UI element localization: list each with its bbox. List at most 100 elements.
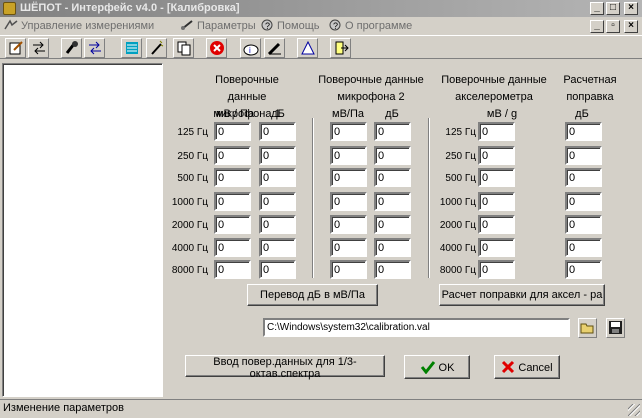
correction-field[interactable] [565,260,602,279]
close-button[interactable]: × [624,2,638,15]
freq-label: 2000 Гц [439,220,476,231]
mic2-db-field[interactable] [374,192,411,211]
accel-field[interactable] [478,260,515,279]
ok-button[interactable]: OK [404,355,470,379]
menu-about[interactable]: ? О программе [328,17,412,35]
correction-field[interactable] [565,215,602,234]
menu-bar: Управление измерениями Параметры ? Помощь… [0,17,642,35]
stop-icon [209,41,224,55]
toolbar-wand-button[interactable] [146,38,167,58]
freq-label: 1000 Гц [171,197,208,208]
mic1-db-field[interactable] [259,168,296,187]
exit-icon [335,41,349,55]
freq-label: 4000 Гц [171,243,208,254]
left-tree-panel[interactable] [2,63,163,397]
accel-field[interactable] [478,238,515,257]
mic2-mv-field[interactable] [330,168,367,187]
column-divider [428,118,430,278]
accel-field[interactable] [478,192,515,211]
mic2-db-field[interactable] [374,238,411,257]
mic2-db-field[interactable] [374,168,411,187]
app-icon [3,2,16,15]
resize-grip[interactable] [628,404,640,416]
mic1-db-field[interactable] [259,260,296,279]
mic1-mv-field[interactable] [214,260,251,279]
correction-field[interactable] [565,168,602,187]
mic1-db-field[interactable] [259,122,296,141]
toolbar-mic-button[interactable] [61,38,82,58]
mic1-mv-field[interactable] [214,146,251,165]
third-octave-input-button[interactable]: Ввод повер.данных для 1/3-октав.спектра [185,355,385,380]
mic1-mv-field[interactable] [214,192,251,211]
mic2-mv-field[interactable] [330,215,367,234]
mdi-minimize-button[interactable]: _ [590,20,604,33]
help-icon: ? [261,19,273,31]
correction-field[interactable] [565,146,602,165]
toolbar-edit-button[interactable] [5,38,26,58]
toolbar-info-button[interactable]: i [240,38,261,58]
mic2-db-field[interactable] [374,122,411,141]
mic1-db-field[interactable] [259,238,296,257]
open-file-button[interactable] [578,318,597,338]
freq-label: 250 Гц [445,151,476,162]
save-file-button[interactable] [606,318,625,338]
accel-unit: мВ / g [486,108,518,120]
mic1-db-field[interactable] [259,215,296,234]
toolbar-stop-button[interactable] [206,38,227,58]
mic2-db-field[interactable] [374,260,411,279]
toolbar-transfer-button[interactable] [84,38,105,58]
convert-db-to-mv-button[interactable]: Перевод дБ в мВ/Па [247,284,378,306]
mic1-mv-field[interactable] [214,238,251,257]
wand-icon [150,40,163,55]
mic2-mv-field[interactable] [330,260,367,279]
freq-label: 1000 Гц [439,197,476,208]
correction-field[interactable] [565,192,602,211]
calibration-file-path[interactable] [263,318,570,337]
mic2-db-field[interactable] [374,146,411,165]
status-text: Изменение параметров [3,402,124,414]
menu-help[interactable]: ? Помощь [260,17,320,35]
mic2-mv-field[interactable] [330,238,367,257]
toolbar-copy-button[interactable] [173,38,194,58]
mic1-mv-field[interactable] [214,215,251,234]
mic1-mv-field[interactable] [214,122,251,141]
mic2-unit-db: дБ [385,108,399,120]
mic2-mv-field[interactable] [330,122,367,141]
mic2-header: Поверочные данные микрофона 2 [318,74,424,103]
toolbar-pencil-button[interactable] [264,38,285,58]
cancel-button[interactable]: Cancel [494,355,560,379]
mic1-mv-field[interactable] [214,168,251,187]
accel-field[interactable] [478,146,515,165]
correction-field[interactable] [565,122,602,141]
freq-label: 500 Гц [445,173,476,184]
toolbar-list-button[interactable] [121,38,142,58]
mic1-unit-mv: мВ / Па [215,108,255,120]
correction-field[interactable] [565,238,602,257]
accel-field[interactable] [478,215,515,234]
freq-label: 125 Гц [445,127,476,138]
svg-text:?: ? [265,21,270,31]
minimize-button[interactable]: _ [590,2,604,15]
calc-accel-correction-button[interactable]: Расчет поправки для аксел - ра [439,284,605,306]
mdi-restore-button[interactable]: ▫ [606,20,620,33]
edit-icon [9,41,23,55]
menu-measurements[interactable]: Управление измерениями [4,17,154,35]
toolbar-triangle-button[interactable] [297,38,318,58]
mic2-mv-field[interactable] [330,146,367,165]
mic1-db-field[interactable] [259,146,296,165]
accel-field[interactable] [478,168,515,187]
accel-field[interactable] [478,122,515,141]
svg-text:i: i [249,46,251,55]
correction-header: Расчетная поправка [563,74,617,103]
maximize-button[interactable]: □ [606,2,620,15]
freq-label: 8000 Гц [439,265,476,276]
toolbar-exit-button[interactable] [330,38,351,58]
about-icon: ? [329,19,341,31]
mdi-close-button[interactable]: × [624,20,638,33]
toolbar-swap-button[interactable] [28,38,49,58]
mic2-mv-field[interactable] [330,192,367,211]
menu-parameters[interactable]: Параметры [180,17,256,35]
mic1-db-field[interactable] [259,192,296,211]
mic2-db-field[interactable] [374,215,411,234]
accel-header: Поверочные данные акселерометра [441,74,547,103]
